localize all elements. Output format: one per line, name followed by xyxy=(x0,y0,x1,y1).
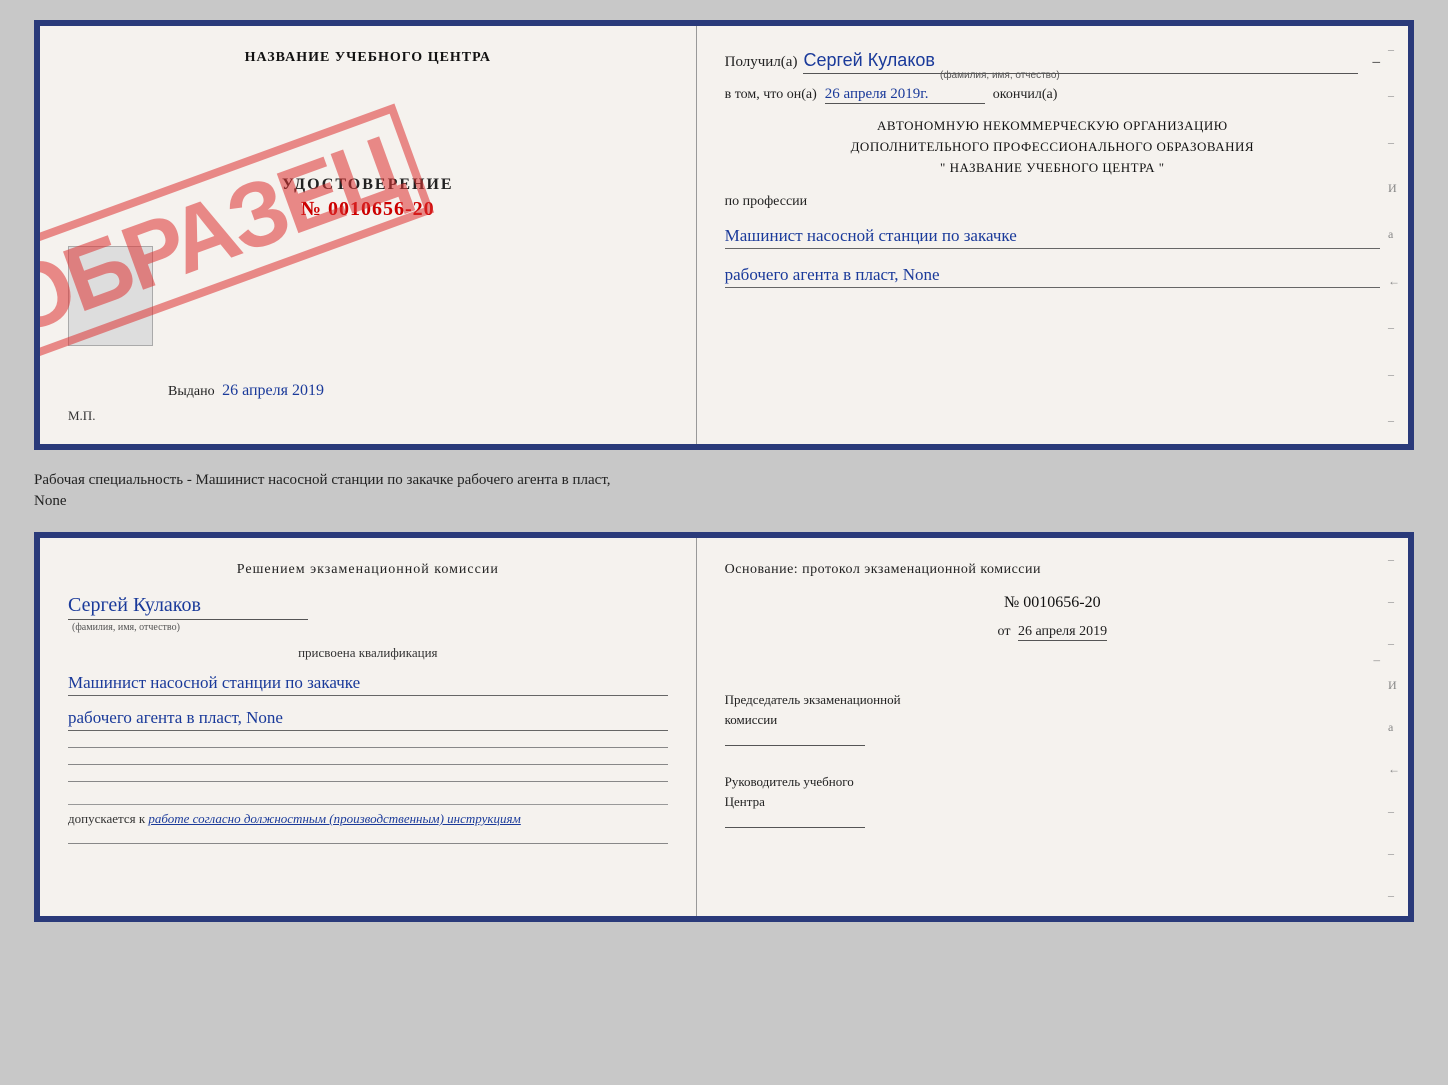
person-name: Сергей Кулаков xyxy=(68,594,308,620)
profession-line2: рабочего агента в пласт, None xyxy=(725,265,1380,288)
ot-date-value: 26 апреля 2019 xyxy=(1018,624,1107,641)
bottom-right-panel: Основание: протокол экзаменационной коми… xyxy=(697,538,1408,916)
vtom-label: в том, что он(а) xyxy=(725,87,817,103)
poluchil-name: Сергей Кулаков (фамилия, имя, отчество) xyxy=(803,50,1358,74)
rukovoditel-line1: Руководитель учебного xyxy=(725,772,1380,792)
vydano-date: 26 апреля 2019 xyxy=(222,382,324,399)
org-line1: АВТОНОМНУЮ НЕКОММЕРЧЕСКУЮ ОРГАНИЗАЦИЮ xyxy=(725,116,1380,137)
ot-label: от xyxy=(998,624,1011,639)
vtom-line: в том, что он(а) 26 апреля 2019г. окончи… xyxy=(725,86,1380,104)
right-dashes-bottom: – – – И а ← – – – xyxy=(1388,538,1400,916)
rukovoditel-signature-line xyxy=(725,827,865,828)
certificate-bottom: Решением экзаменационной комиссии Сергей… xyxy=(34,532,1414,922)
qualification-line1: Машинист насосной станции по закачке xyxy=(68,673,668,696)
org-block: АВТОНОМНУЮ НЕКОММЕРЧЕСКУЮ ОРГАНИЗАЦИЮ ДО… xyxy=(725,116,1380,178)
po-professii: по профессии xyxy=(725,194,1380,210)
poluchil-label: Получил(а) xyxy=(725,54,798,71)
obrazets-stamp: ОБРАЗЕЦ xyxy=(34,47,383,425)
osnovanie-text: Основание: протокол экзаменационной коми… xyxy=(725,562,1380,578)
bottom-left-panel: Решением экзаменационной комиссии Сергей… xyxy=(40,538,697,916)
predsedatel-line1: Председатель экзаменационной xyxy=(725,690,1380,710)
underline1 xyxy=(68,747,668,748)
dopuskaetsya-label: допускается к xyxy=(68,811,145,826)
separator-line2: None xyxy=(34,491,1414,512)
predsedatel-line2: комиссии xyxy=(725,710,1380,730)
profession-line1: Машинист насосной станции по закачке xyxy=(725,226,1380,249)
underline4 xyxy=(68,843,668,844)
separator-text: Рабочая специальность - Машинист насосно… xyxy=(34,466,1414,516)
center-title: НАЗВАНИЕ УЧЕБНОГО ЦЕНТРА xyxy=(68,50,668,66)
certificate-top: НАЗВАНИЕ УЧЕБНОГО ЦЕНТРА ОБРАЗЕЦ УДОСТОВ… xyxy=(34,20,1414,450)
vydano-line: Выдано 26 апреля 2019 xyxy=(68,372,668,408)
vtom-date: 26 апреля 2019г. xyxy=(825,86,985,104)
underline3 xyxy=(68,781,668,782)
udost-number: № 0010656-20 xyxy=(68,198,668,221)
underline2 xyxy=(68,764,668,765)
mp-label: М.П. xyxy=(68,408,668,424)
poluchil-hint: (фамилия, имя, отчество) xyxy=(940,70,1060,81)
vydano-label: Выдано xyxy=(168,384,215,399)
photo-placeholder xyxy=(68,246,153,346)
top-right-panel: Получил(а) Сергей Кулаков (фамилия, имя,… xyxy=(697,26,1408,444)
org-line3: " НАЗВАНИЕ УЧЕБНОГО ЦЕНТРА " xyxy=(725,158,1380,179)
prisvoena-label: присвоена квалификация xyxy=(68,645,668,661)
separator-line1: Рабочая специальность - Машинист насосно… xyxy=(34,470,1414,491)
name-hint: (фамилия, имя, отчество) xyxy=(72,622,180,633)
dopuskaetsya-block: допускается к работе согласно должностны… xyxy=(68,804,668,827)
right-dashes: – – – И а ← – – – xyxy=(1388,26,1400,444)
predsedatel-signature-line xyxy=(725,745,865,746)
udost-block: УДОСТОВЕРЕНИЕ № 0010656-20 xyxy=(68,176,668,221)
dopusk-text: работе согласно должностным (производств… xyxy=(148,811,520,826)
top-left-panel: НАЗВАНИЕ УЧЕБНОГО ЦЕНТРА ОБРАЗЕЦ УДОСТОВ… xyxy=(40,26,697,444)
org-line2: ДОПОЛНИТЕЛЬНОГО ПРОФЕССИОНАЛЬНОГО ОБРАЗО… xyxy=(725,137,1380,158)
ot-date: от 26 апреля 2019 xyxy=(725,624,1380,640)
rukovoditel-block: Руководитель учебного Центра xyxy=(725,772,1380,828)
name-block: Сергей Кулаков (фамилия, имя, отчество) xyxy=(68,594,668,633)
qualification-line2: рабочего агента в пласт, None xyxy=(68,708,668,731)
predsedatel-block: Председатель экзаменационной комиссии xyxy=(725,690,1380,746)
poluchil-line: Получил(а) Сергей Кулаков (фамилия, имя,… xyxy=(725,50,1380,74)
okonchil-label: окончил(а) xyxy=(993,87,1058,103)
resheniem-text: Решением экзаменационной комиссии xyxy=(68,562,668,578)
udost-title: УДОСТОВЕРЕНИЕ xyxy=(68,176,668,194)
protocol-number: № 0010656-20 xyxy=(725,594,1380,612)
rukovoditel-line2: Центра xyxy=(725,792,1380,812)
